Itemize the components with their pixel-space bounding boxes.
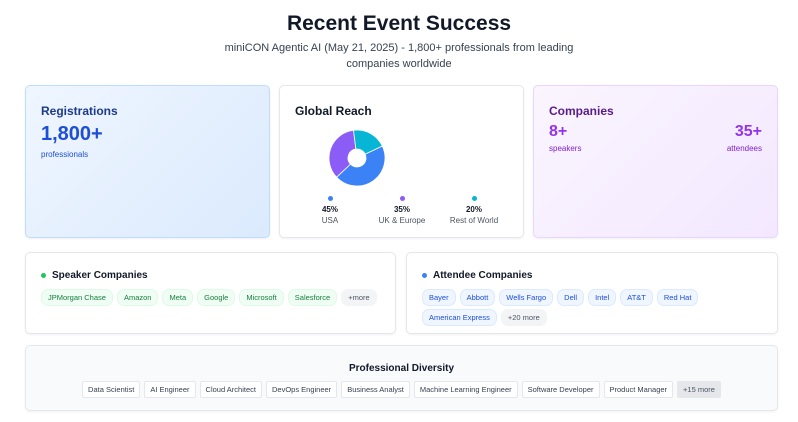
page-subtitle: miniCON Agentic AI (May 21, 2025) - 1,80… bbox=[224, 42, 574, 70]
professional-diversity-title: Professional Diversity bbox=[348, 363, 455, 374]
legend-dot-usa bbox=[327, 196, 333, 201]
speaker-companies-card: Speaker Companies JPMorgan Chase Amazon … bbox=[25, 252, 396, 334]
companies-card: Companies 8+ speakers 35+ attendees bbox=[533, 85, 778, 238]
registrations-label: professionals bbox=[41, 150, 89, 159]
professional-diversity-list: Data Scientist AI Engineer Cloud Archite… bbox=[26, 381, 777, 398]
role-chip: Data Scientist bbox=[82, 381, 141, 398]
legend-item-rest-of-world: 20% Rest of World bbox=[429, 196, 519, 225]
professional-diversity-card: Professional Diversity Data Scientist AI… bbox=[25, 345, 778, 411]
speakers-label: speakers bbox=[549, 144, 582, 153]
speaker-companies-dot bbox=[41, 273, 46, 278]
attendee-companies-more: +20 more bbox=[500, 309, 547, 326]
roles-more: +15 more bbox=[677, 381, 721, 398]
attendees-count: 35+ bbox=[734, 123, 762, 140]
legend-name-rest-of-world: Rest of World bbox=[449, 216, 499, 225]
speaker-companies-header: Speaker Companies bbox=[41, 270, 148, 281]
speaker-companies-more: +more bbox=[341, 289, 377, 306]
speakers-count: 8+ bbox=[549, 123, 568, 140]
attendee-company-chip: Abbott bbox=[459, 289, 496, 306]
attendees-label: attendees bbox=[726, 144, 762, 153]
role-chip: DevOps Engineer bbox=[265, 381, 338, 398]
speaker-company-chip: Microsoft bbox=[239, 289, 284, 306]
speaker-company-chip: Meta bbox=[162, 289, 194, 306]
speaker-company-chip: Google bbox=[197, 289, 236, 306]
legend-pct-rest-of-world: 20% bbox=[465, 205, 482, 214]
attendee-company-chip: AT&T bbox=[620, 289, 653, 306]
role-chip: AI Engineer bbox=[144, 381, 196, 398]
page-title: Recent Event Success bbox=[286, 12, 512, 35]
speaker-company-chip: Salesforce bbox=[287, 289, 338, 306]
role-chip: Software Developer bbox=[521, 381, 600, 398]
speaker-companies-title: Speaker Companies bbox=[52, 270, 148, 281]
registrations-title: Registrations bbox=[41, 104, 118, 118]
role-chip: Product Manager bbox=[603, 381, 674, 398]
attendee-companies-title: Attendee Companies bbox=[433, 270, 533, 281]
global-reach-title: Global Reach bbox=[295, 104, 372, 118]
attendee-company-chip: Wells Fargo bbox=[499, 289, 554, 306]
role-chip: Cloud Architect bbox=[199, 381, 262, 398]
role-chip: Machine Learning Engineer bbox=[413, 381, 518, 398]
global-reach-card: Global Reach 45% USA 35% UK & Europe 20%… bbox=[279, 85, 524, 238]
registrations-card: Registrations 1,800+ professionals bbox=[25, 85, 270, 238]
legend-dot-rest-of-world bbox=[471, 196, 477, 201]
companies-title: Companies bbox=[549, 104, 614, 118]
attendee-companies-list: Bayer Abbott Wells Fargo Dell Intel AT&T… bbox=[422, 289, 762, 326]
attendee-company-chip: Red Hat bbox=[656, 289, 699, 306]
global-reach-donut-chart bbox=[328, 129, 386, 187]
speaker-company-chip: Amazon bbox=[116, 289, 159, 306]
attendee-companies-card: Attendee Companies Bayer Abbott Wells Fa… bbox=[406, 252, 778, 334]
attendee-company-chip: American Express bbox=[422, 309, 497, 326]
registrations-value: 1,800+ bbox=[41, 123, 103, 145]
attendee-company-chip: Dell bbox=[557, 289, 585, 306]
speaker-companies-list: JPMorgan Chase Amazon Meta Google Micros… bbox=[41, 289, 380, 306]
legend-dot-uk-europe bbox=[399, 196, 405, 201]
attendee-company-chip: Bayer bbox=[422, 289, 456, 306]
role-chip: Business Analyst bbox=[341, 381, 410, 398]
attendee-company-chip: Intel bbox=[588, 289, 617, 306]
attendee-companies-header: Attendee Companies bbox=[422, 270, 532, 281]
speaker-company-chip: JPMorgan Chase bbox=[41, 289, 113, 306]
attendee-companies-dot bbox=[422, 273, 427, 278]
